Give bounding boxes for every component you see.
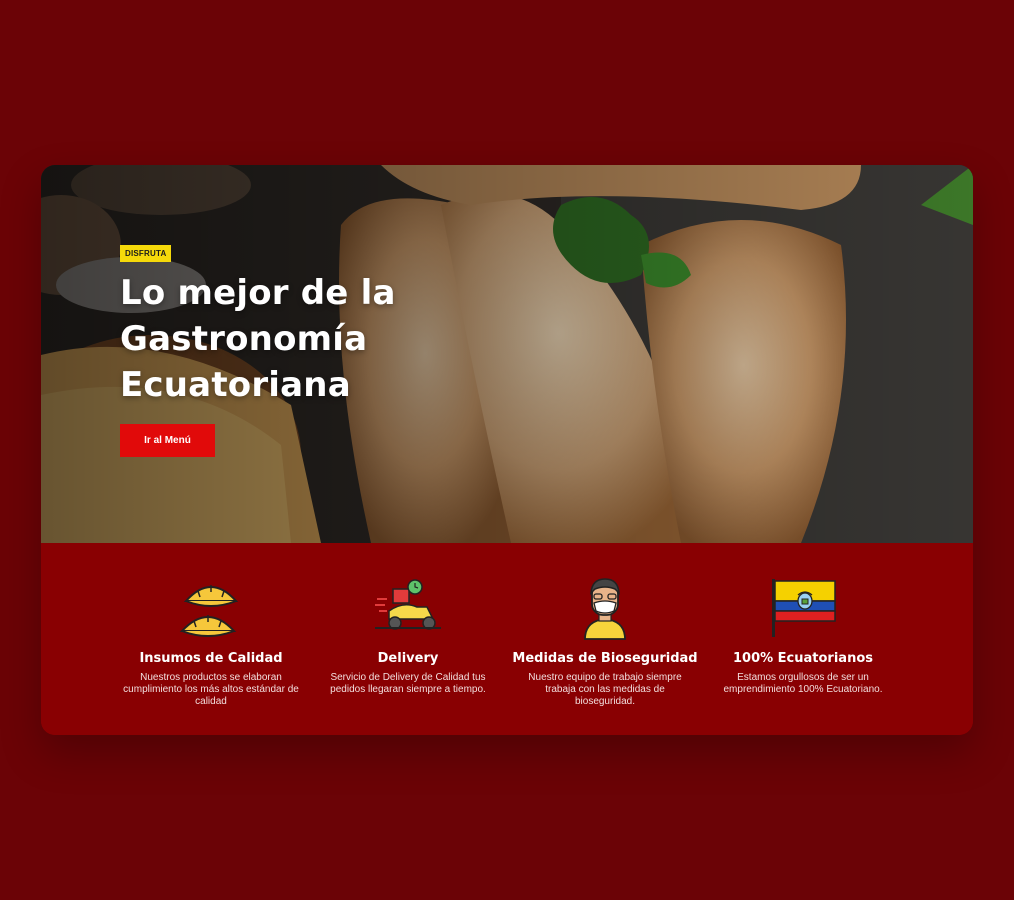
feature-title: 100% Ecuatorianos (732, 651, 873, 666)
feature-description: Nuestros productos se elaboran cumplimie… (123, 672, 299, 707)
feature-title: Delivery (377, 651, 439, 666)
menu-button[interactable]: Ir al Menú (120, 424, 215, 457)
disfruta-tag: DISFRUTA (120, 245, 172, 262)
feature-description: Nuestro equipo de trabajo siempre trabaj… (528, 672, 682, 707)
feature-description: Servicio de Delivery de Calidad tus pedi… (330, 672, 486, 695)
feature-ecuadorian: 100% Ecuatorianos Estamos orgullosos de … (703, 573, 903, 696)
hero-content: DISFRUTA Lo mejor de la Gastronomía Ecua… (120, 243, 540, 457)
feature-delivery: Delivery Servicio de Delivery de Calidad… (308, 573, 508, 696)
hero-banner: DISFRUTA Lo mejor de la Gastronomía Ecua… (41, 165, 973, 543)
feature-biosecurity: Medidas de Bioseguridad Nuestro equipo d… (505, 573, 705, 708)
feature-quality: Insumos de Calidad Nuestros productos se… (111, 573, 311, 708)
delivery-scooter-icon (375, 579, 441, 630)
ecuador-flag-icon (772, 579, 836, 637)
features-section: Insumos de Calidad Nuestros productos se… (41, 543, 973, 735)
feature-description: Estamos orgullosos de ser un emprendimie… (723, 672, 883, 695)
feature-title: Insumos de Calidad (139, 651, 283, 666)
hero-headline: Lo mejor de la Gastronomía Ecuatoriana (120, 273, 396, 405)
feature-title: Medidas de Bioseguridad (512, 651, 698, 666)
hero-card: DISFRUTA Lo mejor de la Gastronomía Ecua… (41, 165, 973, 735)
masked-person-icon (584, 578, 626, 640)
empanadas-icon (179, 585, 239, 637)
